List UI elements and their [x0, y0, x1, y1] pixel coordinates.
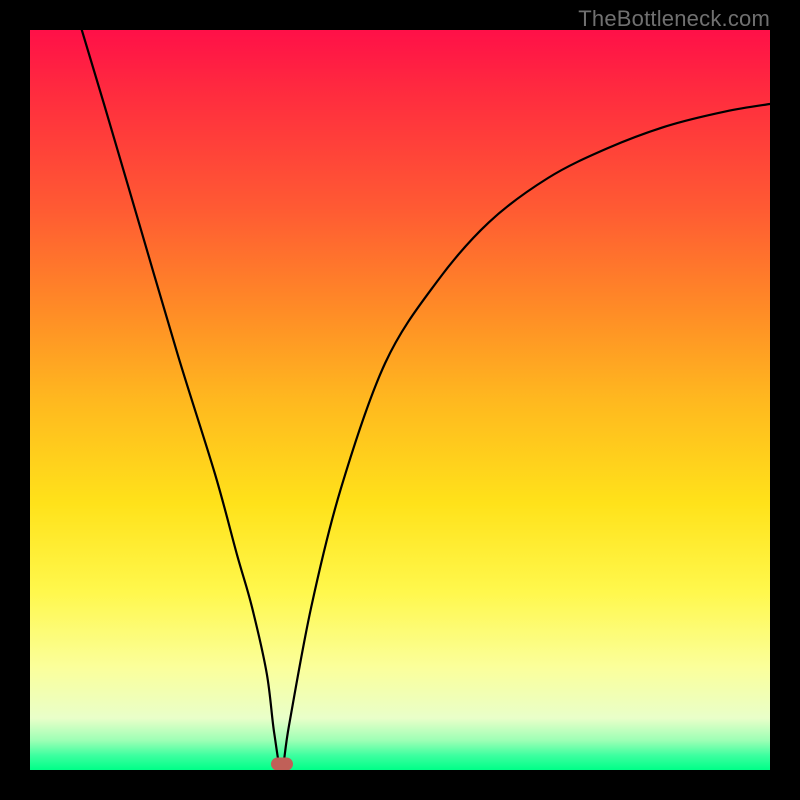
plot-area	[30, 30, 770, 770]
outer-frame: TheBottleneck.com	[0, 0, 800, 800]
optimum-marker	[271, 758, 293, 770]
bottleneck-curve	[30, 30, 770, 770]
attribution-text: TheBottleneck.com	[578, 6, 770, 32]
